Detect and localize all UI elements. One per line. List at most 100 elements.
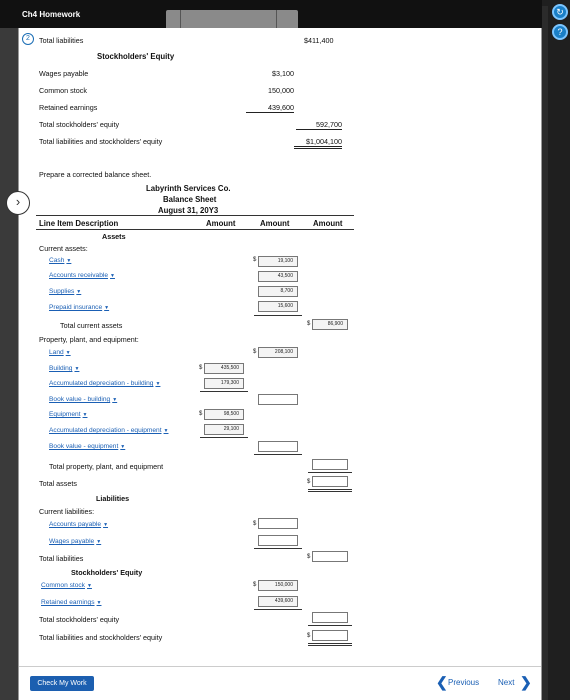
dropdown-equipment[interactable]: Equipment ▼	[49, 411, 87, 418]
liabilities-heading: Liabilities	[96, 494, 130, 503]
statement-name: Balance Sheet	[163, 195, 217, 204]
dropdown-caret-icon: ▼	[96, 539, 102, 545]
total-se-label: Total stockholders' equity	[39, 120, 120, 129]
retained-earnings-amount[interactable]: 439,600	[258, 596, 298, 607]
total-liabilities-label: Total liabilities	[39, 36, 84, 45]
prepaid-amount[interactable]: 15,600	[258, 301, 298, 312]
dropdown-caret-icon: ▼	[120, 444, 126, 450]
supplies-amount[interactable]: 8,700	[258, 286, 298, 297]
dropdown-caret-icon: ▼	[74, 366, 80, 372]
total-se-input[interactable]	[312, 612, 348, 623]
subtotal-rule	[200, 437, 248, 438]
land-amount[interactable]: 208,100	[258, 347, 298, 358]
dropdown-accounts-receivable[interactable]: Accounts receivable ▼	[49, 272, 115, 279]
subtotal-rule	[254, 454, 302, 455]
dropdown-accum-dep-building[interactable]: Accumulated depreciation - building ▼	[49, 380, 160, 387]
col-amount-2: Amount	[260, 219, 290, 228]
header-rule	[36, 215, 354, 216]
title-bar: Ch4 Homework	[0, 0, 570, 30]
dollar-sign: $	[307, 479, 311, 485]
total-double-rule	[308, 643, 352, 644]
question-number: 2	[22, 33, 34, 45]
chevron-right-icon[interactable]: ›	[6, 191, 30, 215]
tab-divider	[180, 10, 181, 30]
dropdown-book-value-equipment[interactable]: Book value - equipment ▼	[49, 443, 125, 450]
building-amount[interactable]: 435,500	[204, 363, 244, 374]
accum-dep-equipment-amount[interactable]: 29,100	[204, 424, 244, 435]
total-l-se-label-2: Total liabilities and stockholders' equi…	[39, 633, 163, 642]
dropdown-accounts-payable[interactable]: Accounts payable ▼	[49, 521, 108, 528]
help-icon[interactable]: ?	[552, 24, 568, 40]
se-section-heading: Stockholders' Equity	[71, 568, 143, 577]
dropdown-label: Building	[49, 365, 73, 372]
dropdown-label: Book value - equipment	[49, 443, 119, 450]
dropdown-retained-earnings[interactable]: Retained earnings ▼	[41, 599, 101, 606]
dropdown-label: Accounts payable	[49, 521, 102, 528]
book-value-equipment-input[interactable]	[258, 441, 298, 452]
subtotal-rule	[308, 625, 352, 626]
subtotal-rule	[254, 609, 302, 610]
dropdown-caret-icon: ▼	[86, 583, 92, 589]
retained-earnings-value: 439,600	[246, 103, 294, 113]
dropdown-label: Accounts receivable	[49, 272, 109, 279]
prompt-text: Prepare a corrected balance sheet.	[39, 170, 152, 179]
subtotal-rule	[254, 548, 302, 549]
total-ppe-input[interactable]	[312, 459, 348, 470]
dropdown-label: Cash	[49, 257, 65, 264]
total-l-se-input[interactable]	[312, 630, 348, 641]
dropdown-caret-icon: ▼	[65, 350, 71, 356]
common-stock-value: 150,000	[268, 86, 294, 95]
dropdown-common-stock[interactable]: Common stock ▼	[41, 582, 92, 589]
book-value-building-input[interactable]	[258, 394, 298, 405]
dropdown-caret-icon: ▼	[82, 412, 88, 418]
dropdown-label: Wages payable	[49, 538, 95, 545]
dropdown-caret-icon: ▼	[163, 428, 169, 434]
dollar-sign: $	[307, 321, 311, 327]
tab-strip[interactable]	[166, 10, 298, 30]
dollar-sign: $	[199, 365, 203, 371]
dropdown-label: Supplies	[49, 288, 75, 295]
refresh-icon[interactable]: ↻	[552, 4, 568, 20]
accum-dep-building-amount[interactable]: 179,300	[204, 378, 244, 389]
dropdown-label: Retained earnings	[41, 599, 95, 606]
dollar-sign: $	[199, 411, 203, 417]
header-rule	[36, 229, 354, 230]
total-assets-input[interactable]	[312, 476, 348, 487]
dropdown-caret-icon: ▼	[110, 273, 115, 279]
total-liabilities-value: $411,400	[304, 36, 334, 45]
dropdown-building[interactable]: Building ▼	[49, 365, 79, 372]
total-liabilities-input[interactable]	[312, 551, 348, 562]
dollar-sign: $	[253, 582, 257, 588]
common-stock-amount[interactable]: 150,000	[258, 580, 298, 591]
dollar-sign: $	[307, 633, 311, 639]
statement-date: August 31, 20Y3	[158, 206, 219, 215]
dropdown-label: Land	[49, 349, 64, 356]
se-heading: Stockholders' Equity	[97, 52, 175, 61]
assets-heading: Assets	[102, 232, 126, 241]
dropdown-accum-dep-equipment[interactable]: Accumulated depreciation - equipment ▼	[49, 427, 168, 434]
window-title: Ch4 Homework	[22, 10, 81, 19]
dropdown-land[interactable]: Land ▼	[49, 349, 71, 356]
cash-amount[interactable]: 19,100	[258, 256, 298, 267]
scrollbar[interactable]	[542, 6, 548, 700]
previous-link[interactable]: Previous	[448, 678, 479, 687]
total-double-rule	[308, 491, 352, 492]
dropdown-cash[interactable]: Cash ▼	[49, 257, 71, 264]
dropdown-label: Equipment	[49, 411, 81, 418]
ar-amount[interactable]: 43,500	[258, 271, 298, 282]
next-link[interactable]: Next	[498, 678, 514, 687]
dropdown-caret-icon: ▼	[103, 522, 109, 528]
chevron-left-icon[interactable]: ❮	[436, 674, 448, 691]
dropdown-wages-payable[interactable]: Wages payable ▼	[49, 538, 101, 545]
total-current-assets-amount[interactable]: 86,900	[312, 319, 348, 330]
dropdown-prepaid-insurance[interactable]: Prepaid insurance ▼	[49, 304, 109, 311]
subtotal-rule	[254, 315, 302, 316]
wages-payable-value: $3,100	[272, 69, 294, 78]
wages-payable-input[interactable]	[258, 535, 298, 546]
dropdown-book-value-building[interactable]: Book value - building ▼	[49, 396, 117, 403]
dropdown-supplies[interactable]: Supplies ▼	[49, 288, 81, 295]
accounts-payable-input[interactable]	[258, 518, 298, 529]
check-my-work-button[interactable]: Check My Work	[30, 676, 94, 691]
chevron-right-nav-icon[interactable]: ❯	[520, 674, 532, 691]
equipment-amount[interactable]: 98,500	[204, 409, 244, 420]
